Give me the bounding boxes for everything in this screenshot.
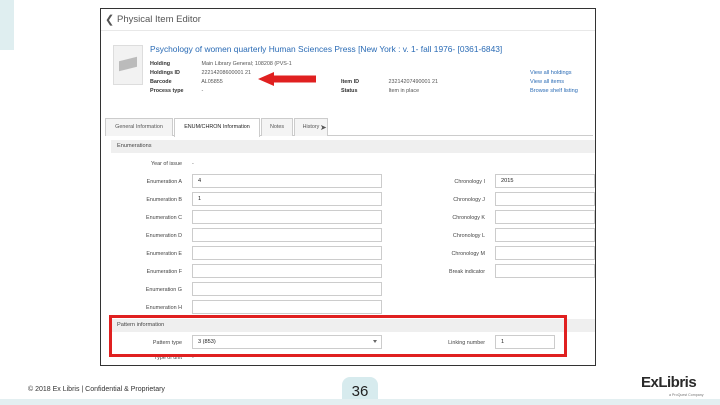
holding-row: Holding Main Library General; 108208 (PV…: [150, 61, 292, 67]
holding-label: Holding: [150, 61, 171, 67]
highlight-annotation-box: [109, 315, 567, 357]
logo-text: ExLibris: [641, 374, 697, 391]
enumeration-c-input[interactable]: [192, 210, 382, 224]
status-value: Item in place: [388, 88, 420, 94]
enumeration-h-label: Enumeration H: [146, 305, 182, 311]
year-of-issue-label: Year of issue: [151, 161, 182, 167]
chronology-k-input[interactable]: [495, 210, 595, 224]
book-thumbnail: [113, 45, 143, 85]
enumeration-b-input[interactable]: 1: [192, 192, 382, 206]
item-id-label: Item ID: [341, 79, 359, 85]
chronology-l-label: Chronology L: [452, 233, 485, 239]
enumeration-h-input[interactable]: [192, 300, 382, 314]
enumeration-f-label: Enumeration F: [146, 269, 182, 275]
presentation-slide: ❮ Physical Item Editor Psychology of wom…: [0, 0, 720, 405]
screenshot-frame: ❮ Physical Item Editor Psychology of wom…: [100, 8, 596, 366]
break-indicator-label: Break indicator: [449, 269, 485, 275]
barcode-value: AL05855: [201, 79, 223, 85]
item-id-value: 23214207490001 21: [388, 79, 438, 85]
enumeration-b-label: Enumeration B: [146, 197, 182, 203]
enumeration-a-input[interactable]: 4: [192, 174, 382, 188]
cursor-icon: ➤: [320, 123, 327, 132]
enumerations-section-header: Enumerations: [111, 140, 595, 153]
chronology-i-label: Chronology I: [454, 179, 485, 185]
enumeration-d-label: Enumeration D: [146, 233, 182, 239]
barcode-label: Barcode: [150, 79, 172, 85]
corner-decoration: [0, 0, 14, 50]
holdings-id-value: 22214208600001 21: [201, 70, 251, 76]
chronology-m-label: Chronology M: [451, 251, 485, 257]
tab-general-information[interactable]: General Information: [105, 118, 173, 136]
process-type-label: Process type: [150, 88, 184, 94]
barcode-row: Barcode AL05855: [150, 79, 223, 85]
holdings-id-label: Holdings ID: [150, 70, 180, 76]
enumeration-e-input[interactable]: [192, 246, 382, 260]
chronology-j-input[interactable]: [495, 192, 595, 206]
back-icon[interactable]: ❮: [105, 13, 114, 26]
status-label: Status: [341, 88, 358, 94]
process-type-row: Process type -: [150, 88, 203, 94]
holdings-id-row: Holdings ID 22214208600001 21: [150, 70, 251, 76]
enumeration-c-label: Enumeration C: [146, 215, 182, 221]
enumeration-g-label: Enumeration G: [145, 287, 182, 293]
annotation-arrow: [258, 72, 316, 86]
chronology-m-input[interactable]: [495, 246, 595, 260]
logo-subtitle: a ProQuest Company: [669, 393, 704, 397]
enumeration-f-input[interactable]: [192, 264, 382, 278]
exlibris-logo: ExLibris a ProQuest Company: [641, 374, 704, 400]
tab-notes[interactable]: Notes: [261, 118, 293, 136]
copyright-footer: © 2018 Ex Libris | Confidential & Propri…: [28, 386, 165, 393]
browse-shelf-listing-link[interactable]: Browse shelf listing: [530, 88, 578, 94]
enumeration-a-label: Enumeration A: [146, 179, 182, 185]
chronology-k-label: Chronology K: [452, 215, 485, 221]
item-id-row: Item ID 23214207490001 21: [341, 79, 438, 85]
page-number: 36: [351, 383, 369, 400]
break-indicator-input[interactable]: [495, 264, 595, 278]
tab-bar: General Information ENUM/CHRON Informati…: [105, 118, 593, 137]
record-title-link[interactable]: Psychology of women quarterly Human Scie…: [150, 44, 502, 54]
holding-value[interactable]: Main Library General; 108208 (PVS-1: [202, 61, 292, 67]
book-icon: [119, 56, 137, 72]
chronology-j-label: Chronology J: [453, 197, 485, 203]
chronology-i-input[interactable]: 2015: [495, 174, 595, 188]
chronology-l-input[interactable]: [495, 228, 595, 242]
view-all-holdings-link[interactable]: View all holdings: [530, 70, 572, 76]
process-type-value: -: [201, 88, 204, 94]
enumeration-g-input[interactable]: [192, 282, 382, 296]
page-title: Physical Item Editor: [117, 14, 201, 25]
enumeration-d-input[interactable]: [192, 228, 382, 242]
enumeration-e-label: Enumeration E: [146, 251, 182, 257]
view-all-items-link[interactable]: View all items: [530, 79, 564, 85]
bottom-decoration-bar: [0, 399, 720, 405]
year-of-issue-value: -: [192, 161, 194, 167]
tab-enum-chron-information[interactable]: ENUM/CHRON Information: [174, 118, 260, 137]
editor-header: ❮ Physical Item Editor: [101, 9, 595, 31]
status-row: Status Item in place: [341, 88, 419, 94]
